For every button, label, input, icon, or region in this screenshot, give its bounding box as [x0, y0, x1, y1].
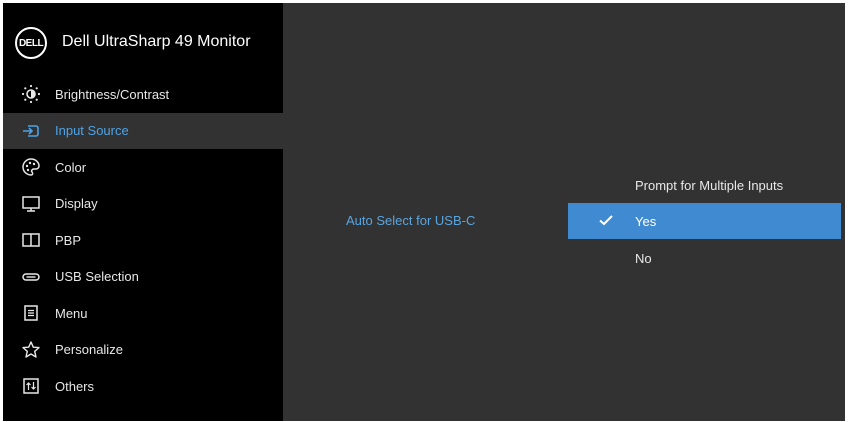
usb-icon [21, 267, 41, 287]
option-prompt-for-multiple-inputs[interactable]: Prompt for Multiple Inputs [568, 167, 841, 203]
dell-logo-text: DELL [18, 37, 44, 49]
menu-item-label: Menu [55, 305, 88, 321]
menu-item-label: USB Selection [55, 269, 139, 285]
main-menu: Brightness/Contrast Input Source Color D… [3, 76, 283, 405]
menu-item-label: Display [55, 196, 98, 212]
monitor-title: Dell UltraSharp 49 Monitor [62, 33, 251, 50]
input-source-icon [21, 121, 41, 141]
menu-item-brightness-contrast[interactable]: Brightness/Contrast [3, 76, 283, 113]
menu-item-label: Brightness/Contrast [55, 86, 170, 102]
menu-item-color[interactable]: Color [3, 149, 283, 186]
option-yes[interactable]: Yes [568, 203, 841, 239]
display-icon [21, 194, 41, 214]
menu-item-label: PBP [55, 232, 82, 248]
menu-item-pbp[interactable]: PBP [3, 222, 283, 259]
checkmark-icon [599, 214, 613, 226]
menu-item-display[interactable]: Display [3, 186, 283, 223]
menu-item-label: Color [55, 159, 87, 175]
menu-item-usb-selection[interactable]: USB Selection [3, 259, 283, 296]
menu-item-label: Personalize [55, 342, 123, 358]
star-icon [21, 340, 41, 360]
option-label: No [635, 251, 652, 266]
osd-header: DELL Dell UltraSharp 49 Monitor [3, 3, 283, 75]
option-label: Prompt for Multiple Inputs [635, 178, 784, 193]
option-label: Yes [635, 214, 657, 229]
brightness-icon [21, 84, 41, 104]
menu-item-input-source[interactable]: Input Source [3, 112, 283, 149]
color-palette-icon [21, 157, 41, 177]
menu-item-label: Input Source [55, 123, 129, 139]
menu-item-others[interactable]: Others [3, 368, 283, 405]
sidebar: DELL Dell UltraSharp 49 Monitor Brightne… [3, 3, 283, 421]
menu-item-personalize[interactable]: Personalize [3, 332, 283, 369]
settings-panel: Auto Select for USB-C Prompt for Multipl… [283, 3, 845, 421]
menu-item-menu[interactable]: Menu [3, 295, 283, 332]
menu-item-label: Others [55, 378, 95, 394]
setting-label-auto-select-usb-c: Auto Select for USB-C [346, 213, 476, 228]
menu-icon [21, 303, 41, 323]
dell-logo: DELL [15, 27, 47, 59]
pbp-icon [21, 230, 41, 250]
monitor-osd: DELL Dell UltraSharp 49 Monitor Brightne… [0, 0, 848, 422]
others-icon [21, 376, 41, 396]
option-no[interactable]: No [568, 240, 841, 276]
